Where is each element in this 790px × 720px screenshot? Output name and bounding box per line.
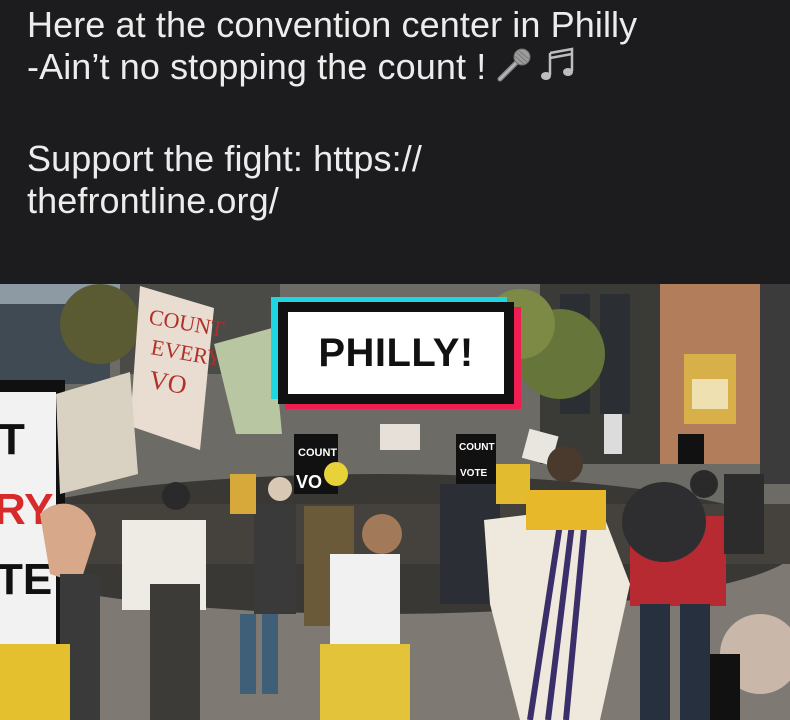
video-frame[interactable]: T RY TE COUNT EVERY VO COUNT VO COUNT VO…	[0, 284, 790, 720]
musical-notes-icon	[541, 47, 574, 80]
caption-link[interactable]: thefrontline.org/	[27, 180, 790, 222]
philly-sticker: PHILLY!	[271, 297, 521, 409]
svg-text:VOTE: VOTE	[460, 468, 488, 479]
svg-text:COUNT: COUNT	[459, 442, 495, 453]
sticker-label: PHILLY!	[318, 330, 474, 375]
social-post: Here at the convention center in Philly …	[0, 0, 790, 720]
caption-line-2: -Ain’t no stopping the count !	[27, 46, 790, 88]
caption-gap	[27, 88, 790, 138]
svg-text:VO: VO	[296, 472, 322, 492]
microphone-icon	[497, 48, 531, 82]
caption-line-1: Here at the convention center in Philly	[27, 4, 638, 45]
caption-line-3[interactable]: Support the fight: https://	[27, 138, 790, 180]
post-caption: Here at the convention center in Philly …	[0, 0, 790, 284]
sticker-body: PHILLY!	[288, 312, 504, 394]
svg-text:TE: TE	[0, 555, 52, 604]
svg-text:T: T	[0, 415, 25, 464]
caption-line-2-text: -Ain’t no stopping the count !	[27, 46, 487, 87]
svg-text:COUNT: COUNT	[298, 447, 337, 459]
